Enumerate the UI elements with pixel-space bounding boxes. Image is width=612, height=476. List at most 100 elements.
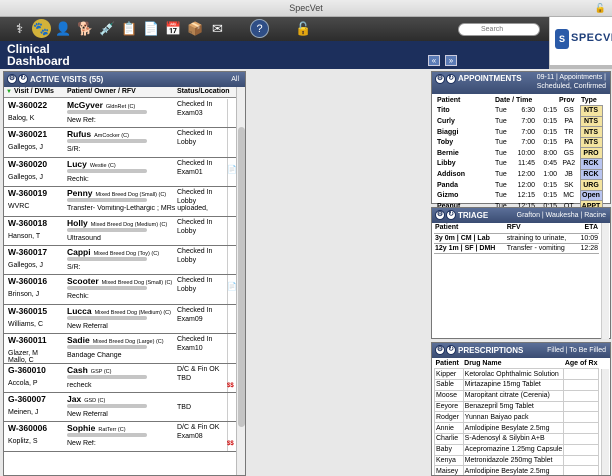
prescription-row[interactable]: Eeyore Benazepril 5mg Tablet (434, 400, 599, 413)
triage-row[interactable]: 12y 1m | SF | DMH Transfer - vomiting 12:2… (434, 243, 599, 254)
calendar-icon[interactable]: 📅 (164, 19, 183, 38)
prescriptions-scrollbar[interactable] (601, 369, 609, 475)
col-status[interactable]: Status/Location (177, 88, 230, 95)
prescriptions-filter[interactable]: Filled | To Be Filled (547, 343, 606, 358)
patient-name[interactable]: McGyver GldnRet (C) (67, 100, 135, 110)
visit-id[interactable]: W-360016 (8, 276, 47, 286)
refresh-icon[interactable]: ↻ (446, 74, 456, 84)
payment-icon[interactable]: $$ (227, 441, 234, 447)
refresh-icon[interactable]: ↻ (446, 210, 456, 220)
visit-row[interactable]: W-360020 Gallegos, J Lucy Westie (C) Rechk: C… (4, 157, 236, 188)
patient-name[interactable]: Penny Mixed Breed Dog (Small) (C) (67, 188, 166, 198)
notes-icon[interactable]: 📄 (227, 165, 236, 174)
patient-name[interactable]: Rufus AmCocker (C) (67, 129, 129, 139)
appointment-row[interactable]: Libby Tue 11:45 0:45 PA2 RCK (436, 158, 603, 170)
appointment-row[interactable]: Panda Tue 12:00 0:15 SK URG (436, 179, 603, 191)
notes-icon[interactable]: 📋 (120, 19, 139, 38)
visit-row[interactable]: W-360006 Koplitz, S Sophie RatTerr (C) New R… (4, 422, 236, 452)
appointment-row[interactable]: Bernie Tue 10:00 8:00 GS PRO (436, 147, 603, 160)
appointment-row[interactable]: Gizmo Tue 12:15 0:15 MC Open (436, 189, 603, 202)
patient-name[interactable]: Lucy Westie (C) (67, 159, 116, 169)
patient-name[interactable]: Cappi Mixed Breed Dog (Toy) (C) (67, 247, 159, 257)
patient-name[interactable]: Cash GSP (C) (67, 365, 111, 375)
visit-row[interactable]: W-360011 Glazer, M Mallo, C Sadie Mixed Bree… (4, 334, 236, 364)
search-input[interactable] (458, 23, 540, 36)
appointments-sub1[interactable]: 09-11 | Appointments | (537, 74, 606, 81)
prescription-row[interactable]: Kenya Metronidazole 250mg Tablet (434, 454, 599, 467)
visit-id[interactable]: W-360020 (8, 159, 47, 169)
appointments-sub2[interactable]: Scheduled, Confirmed (537, 83, 606, 90)
help-icon[interactable]: ? (250, 19, 269, 38)
prescription-row[interactable]: Sable Mirtazapine 15mg Tablet (434, 379, 599, 391)
tools-icon[interactable]: ⚙ (435, 210, 445, 220)
tools-icon[interactable]: ⚙ (435, 74, 445, 84)
prescription-row[interactable]: Rodger Yunnan Baiyao pack (434, 411, 599, 424)
collapse-bar[interactable] (549, 65, 612, 69)
visit-row[interactable]: G-360010 Accola, P Cash GSP (C) recheck D/C &… (4, 363, 236, 393)
visit-id[interactable]: W-360018 (8, 218, 47, 228)
visit-id[interactable]: W-360015 (8, 306, 47, 316)
paw-icon[interactable]: 🐾 (32, 19, 51, 38)
active-visits-filter[interactable]: All (231, 72, 239, 87)
document-icon[interactable]: 📄 (142, 19, 161, 38)
prescription-row[interactable]: Maisey Amlodipine Besylate 2.5mg (434, 465, 599, 475)
prescription-row[interactable]: Moose Maropitant citrate (Cerenia) (434, 389, 599, 402)
appointment-row[interactable]: Tito Tue 6:30 0:15 GS NTS (436, 105, 603, 117)
visit-row[interactable]: W-360022 Balog, K McGyver GldnRet (C) New Re… (4, 99, 236, 129)
visits-scrollbar[interactable] (236, 87, 245, 475)
visit-id[interactable]: W-360011 (8, 335, 47, 345)
col-patient[interactable]: Patient/ Owner / RFV (67, 88, 136, 95)
tools-icon[interactable]: ⚙ (435, 345, 445, 355)
triage-locations[interactable]: Grafton | Waukesha | Racine (517, 208, 606, 223)
stethoscope-icon[interactable]: ⚕ (10, 19, 29, 38)
visit-row[interactable]: W-360019 WVRC Penny Mixed Breed Dog (Small)… (4, 187, 236, 217)
visit-row[interactable]: W-360017 Gallegos, J Cappi Mixed Breed Dog … (4, 246, 236, 276)
nav-forward-button[interactable]: » (445, 55, 457, 66)
payment-icon[interactable]: $$ (227, 383, 234, 389)
nav-back-button[interactable]: « (428, 55, 440, 66)
visit-id[interactable]: W-360022 (8, 100, 47, 110)
patient-name[interactable]: Lucca Mixed Breed Dog (Medium) (C) (67, 306, 171, 316)
prescription-row[interactable]: Baby Acepromazine 1.25mg Capsule (434, 443, 599, 456)
person-icon[interactable]: 👤 (54, 19, 73, 38)
visit-row[interactable]: W-360015 Williams, C Lucca Mixed Breed Dog … (4, 304, 236, 335)
patient-breed: Mixed Breed Dog (Medium) (C) (94, 309, 171, 316)
visit-row[interactable]: W-360018 Hanson, T Holly Mixed Breed Dog (M… (4, 216, 236, 246)
refresh-icon[interactable]: ↻ (18, 74, 28, 84)
syringe-icon[interactable]: 💉 (98, 19, 117, 38)
rx-patient: Baby (434, 443, 464, 456)
patient-name[interactable]: Sophie RatTerr (C) (67, 423, 126, 433)
patient-name[interactable]: Scooter Mixed Breed Dog (Small) (C) (67, 276, 172, 286)
padlock-icon[interactable]: 🔓 (294, 19, 313, 38)
visit-row[interactable]: G-360007 Meinen, J Jax GSD (C) New Referral T… (4, 393, 236, 423)
prescription-row[interactable]: Charlie S-Adenosyl & Silybin A+B (434, 433, 599, 445)
tools-icon[interactable]: ⚙ (7, 74, 17, 84)
cube-icon[interactable]: 📦 (186, 19, 205, 38)
patient-name[interactable]: Sadie Mixed Breed Dog (Large) (C) (67, 335, 164, 345)
visit-id[interactable]: W-360006 (8, 423, 47, 433)
notes-icon[interactable]: 📄 (227, 282, 236, 291)
visit-id[interactable]: W-360017 (8, 247, 47, 257)
sort-arrow-icon[interactable]: ▼ (6, 89, 12, 95)
appointment-row[interactable]: Biaggi Tue 7:00 0:15 TR NTS (436, 126, 603, 138)
appointment-row[interactable]: Toby Tue 7:00 0:15 PA NTS (436, 136, 603, 149)
visit-id[interactable]: G-360007 (8, 394, 46, 404)
triage-scrollbar[interactable] (601, 223, 609, 339)
visit-id[interactable]: W-360021 (8, 129, 47, 139)
pets-icon[interactable]: 🐕 (76, 19, 95, 38)
triage-row[interactable]: 3y 0m | CM | Lab straining to urinate, 10:… (434, 233, 599, 244)
patient-name[interactable]: Holly Mixed Breed Dog (Medium) (C) (67, 218, 167, 228)
visits-scroll-thumb[interactable] (238, 127, 245, 427)
visit-row[interactable]: W-360016 Brinson, J Scooter Mixed Breed Dog… (4, 275, 236, 305)
prescription-row[interactable]: Kipper Ketorolac Ophthalmic Solution (434, 368, 599, 381)
appointment-row[interactable]: Addison Tue 12:00 1:00 JB RCK (436, 168, 603, 181)
col-visit[interactable]: Visit / DVMs (14, 88, 54, 95)
patient-name[interactable]: Jax GSD (C) (67, 394, 105, 404)
visit-id[interactable]: W-360019 (8, 188, 47, 198)
refresh-icon[interactable]: ↻ (446, 345, 456, 355)
mail-icon[interactable]: ✉ (208, 19, 227, 38)
visit-id[interactable]: G-360010 (8, 365, 46, 375)
prescription-row[interactable]: Annie Amlodipine Besylate 2.5mg (434, 422, 599, 435)
appointment-row[interactable]: Curly Tue 7:00 0:15 PA NTS (436, 115, 603, 128)
visit-row[interactable]: W-360021 Gallegos, J Rufus AmCocker (C) S/R:… (4, 128, 236, 158)
